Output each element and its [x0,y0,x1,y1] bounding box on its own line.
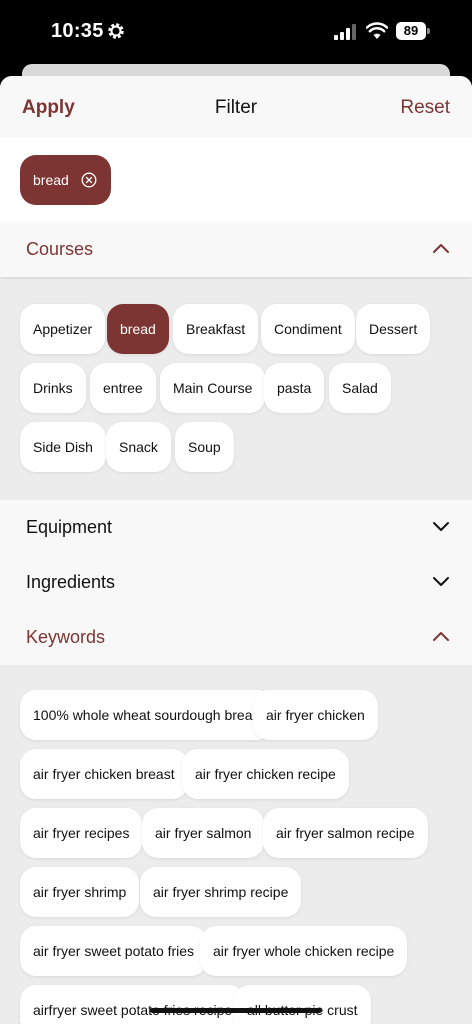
chip-snack[interactable]: Snack [106,422,171,472]
equipment-section-header[interactable]: Equipment [0,500,472,555]
chevron-up-icon [433,632,449,641]
chip-main-course[interactable]: Main Course [160,363,266,413]
status-time: 10:35 [51,20,104,42]
chip-side-dish[interactable]: Side Dish [20,422,106,472]
chip-salad[interactable]: Salad [329,363,391,413]
chip-keyword[interactable]: air fryer chicken breast [20,749,188,799]
chip-dessert[interactable]: Dessert [356,304,431,354]
chip-keyword[interactable]: air fryer shrimp recipe [140,867,302,917]
chip-keyword[interactable]: air fryer sweet potato fries [20,926,208,976]
keywords-section-header[interactable]: Keywords [0,610,472,665]
chip-condiment[interactable]: Condiment [261,304,355,354]
selected-chip-bread[interactable]: bread [20,155,111,205]
courses-section-header[interactable]: Courses [0,222,472,277]
reset-button[interactable]: Reset [400,97,450,119]
chip-pasta[interactable]: pasta [264,363,325,413]
courses-title: Courses [26,239,94,259]
status-bar: 10:35 89 [0,0,472,66]
chip-keyword[interactable]: air fryer recipes [20,808,143,858]
chevron-down-icon [433,522,449,531]
chip-drinks[interactable]: Drinks [20,363,86,413]
chip-keyword[interactable]: 100% whole wheat sourdough bread [20,690,274,740]
chip-keyword[interactable]: air fryer chicken [253,690,378,740]
chip-keyword[interactable]: air fryer whole chicken recipe [200,926,408,976]
chip-keyword[interactable]: air fryer chicken recipe [182,749,349,799]
selected-chip-label: bread [33,172,69,188]
chip-bread[interactable]: bread [107,304,169,354]
chip-appetizer[interactable]: Appetizer [20,304,106,354]
wifi-icon [366,22,388,39]
battery-icon: 89 [396,22,430,40]
equipment-title: Equipment [26,517,113,537]
keywords-title: Keywords [26,627,106,647]
home-indicator[interactable] [150,1008,322,1013]
chip-keyword[interactable]: all butter pie crust [234,985,371,1024]
gear-icon [108,23,124,39]
chip-keyword[interactable]: air fryer shrimp [20,867,140,917]
battery-level: 89 [396,22,426,40]
remove-circle-icon[interactable] [81,172,97,188]
chip-breakfast[interactable]: Breakfast [173,304,259,354]
chip-keyword[interactable]: airfryer sweet potato fries recipe [20,985,246,1024]
ingredients-title: Ingredients [26,572,116,592]
courses-chip-area: Appetizer bread Breakfast Condiment Dess… [0,279,472,497]
chip-keyword[interactable]: air fryer salmon recipe [263,808,428,858]
nav-bar: Apply Filter Reset [0,76,472,138]
chevron-up-icon [433,244,449,253]
filter-sheet: Apply Filter Reset bread Courses Appetiz… [0,76,472,1024]
chip-soup[interactable]: Soup [175,422,234,472]
ingredients-section-header[interactable]: Ingredients [0,555,472,610]
selected-filters: bread [0,138,472,222]
cellular-signal-icon [334,24,356,40]
chip-entree[interactable]: entree [90,363,156,413]
chevron-down-icon [433,577,449,586]
keywords-chip-area: 100% whole wheat sourdough bread air fry… [0,665,472,1024]
chip-keyword[interactable]: air fryer salmon [142,808,265,858]
